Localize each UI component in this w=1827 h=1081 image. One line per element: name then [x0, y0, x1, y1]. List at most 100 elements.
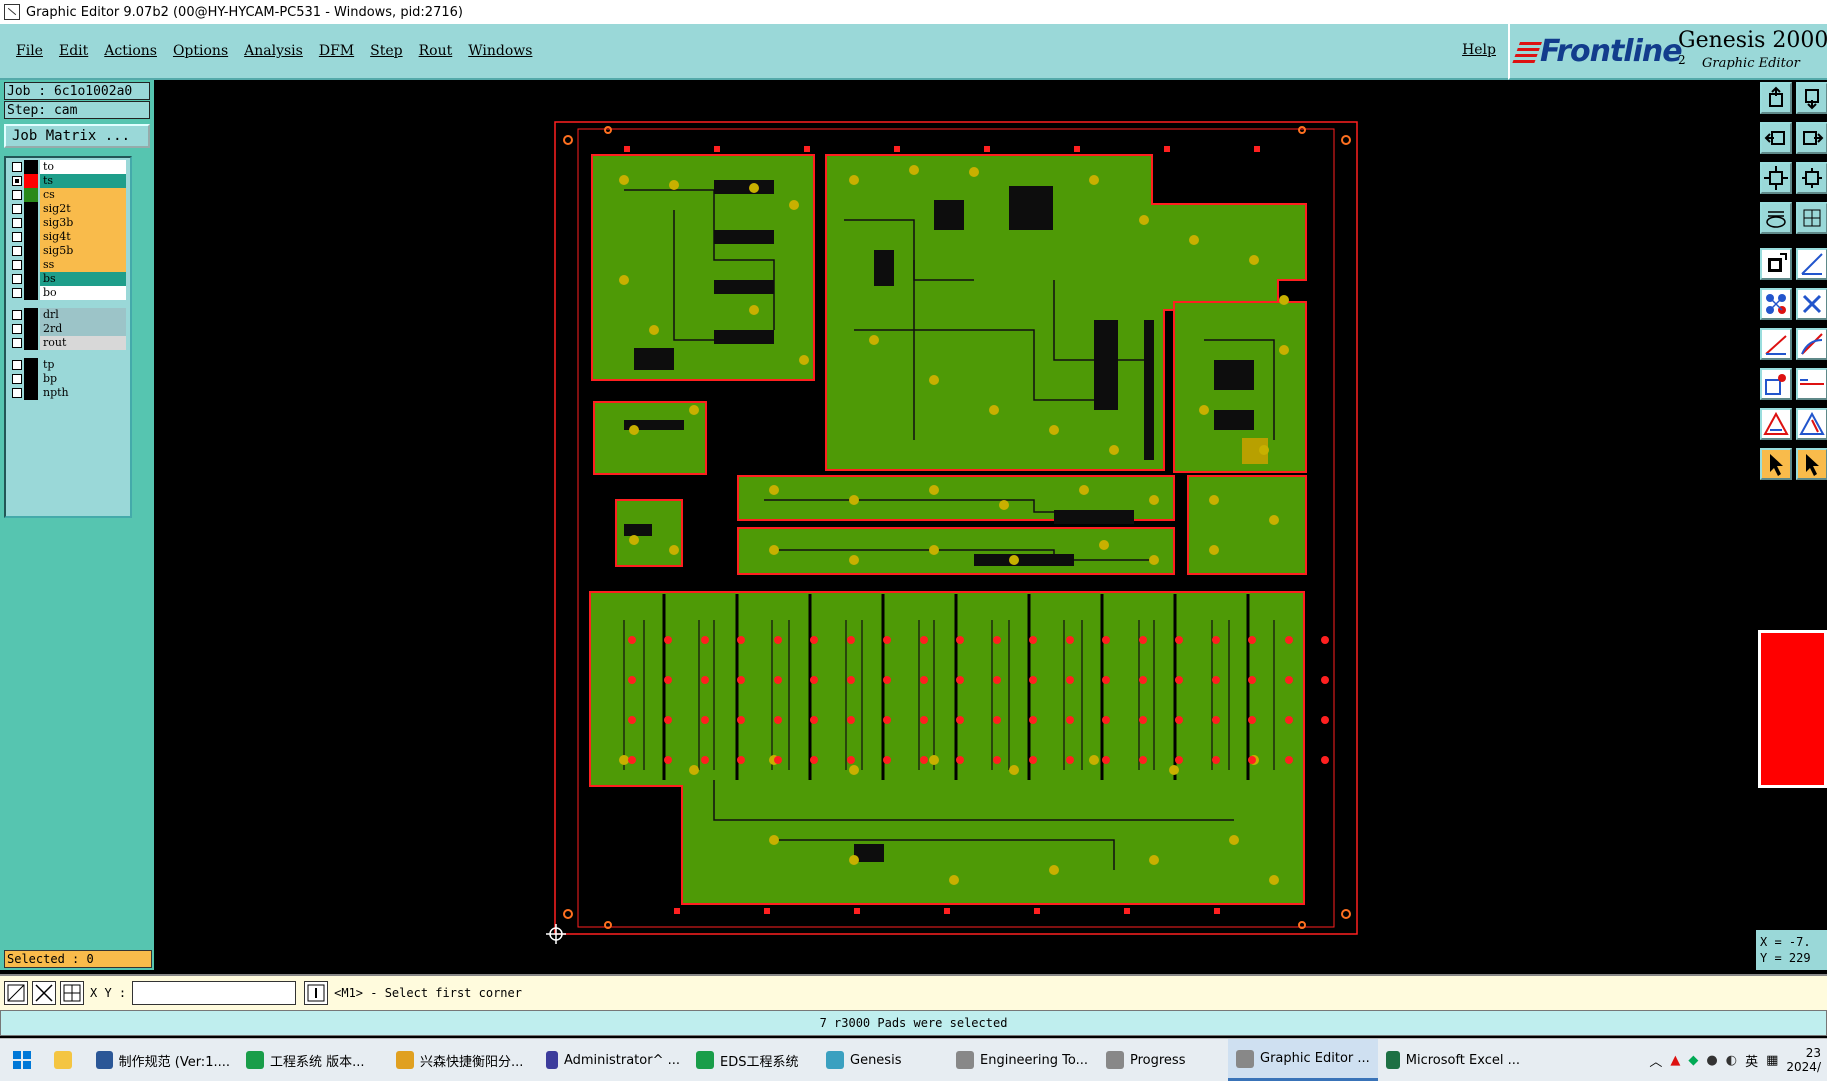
layer-checkbox[interactable] [12, 204, 22, 214]
menu-step[interactable]: Step [370, 43, 402, 59]
layer-name[interactable]: sig5b [40, 244, 126, 258]
layer-checkbox[interactable] [12, 274, 22, 284]
bluetooth-icon[interactable]: ◆ [1688, 1053, 1698, 1068]
layer-checkbox[interactable] [12, 388, 22, 398]
layer-name[interactable]: cs [40, 188, 126, 202]
tool-zoom-home-button[interactable] [1796, 162, 1827, 194]
layer-row-drl[interactable]: drl [8, 308, 126, 322]
info-button[interactable] [304, 981, 329, 1005]
tool-pan-right-button[interactable] [1796, 122, 1827, 154]
taskbar-app-5[interactable]: Genesis [818, 1039, 948, 1081]
layer-checkbox[interactable] [12, 218, 22, 228]
ime-indicator[interactable]: 英 [1745, 1051, 1758, 1070]
taskbar-app-2[interactable]: 兴森快捷衡阳分... [388, 1039, 538, 1081]
taskbar-app-0[interactable]: 制作规范 (Ver:1.... [88, 1039, 238, 1081]
snap-grid-button[interactable] [32, 981, 56, 1005]
tool-arc-button[interactable] [1796, 328, 1827, 360]
layer-checkbox[interactable] [12, 176, 22, 186]
layer-checkbox[interactable] [12, 310, 22, 320]
layer-checkbox[interactable] [12, 260, 22, 270]
taskbar-app-6[interactable]: Engineering To... [948, 1039, 1098, 1081]
taskbar-app-7[interactable]: Progress [1098, 1039, 1228, 1081]
layer-row-sig2t[interactable]: sig2t [8, 202, 126, 216]
layer-row-ts[interactable]: ts [8, 174, 126, 188]
tool-pad-button[interactable] [1760, 368, 1792, 400]
layer-name[interactable]: tp [40, 358, 126, 372]
layer-row-bo[interactable]: bo [8, 286, 126, 300]
tool-grid-button[interactable] [1796, 202, 1827, 234]
layer-row-cs[interactable]: cs [8, 188, 126, 202]
tool-stretch-button[interactable] [1796, 368, 1827, 400]
layer-name[interactable]: ts [40, 174, 126, 188]
layer-row-tp[interactable]: tp [8, 358, 126, 372]
clock[interactable]: 23 2024/ [1786, 1046, 1821, 1074]
taskbar-app-4[interactable]: EDS工程系统 [688, 1039, 818, 1081]
tool-redraw-button[interactable] [1760, 202, 1792, 234]
menu-dfm[interactable]: DFM [319, 43, 354, 59]
layer-row-ss[interactable]: ss [8, 258, 126, 272]
menu-rout[interactable]: Rout [419, 43, 453, 59]
layer-name[interactable]: sig3b [40, 216, 126, 230]
layer-name[interactable]: sig4t [40, 230, 126, 244]
layer-row-to[interactable]: to [8, 160, 126, 174]
menu-windows[interactable]: Windows [468, 43, 532, 59]
snap-mode-button[interactable] [4, 981, 28, 1005]
xy-input[interactable] [132, 981, 297, 1005]
tool-polygon-button[interactable] [1760, 408, 1792, 440]
layer-checkbox[interactable] [12, 288, 22, 298]
taskbar-app-9[interactable]: Microsoft Excel ... [1378, 1039, 1528, 1081]
tool-measure-button[interactable] [1796, 248, 1827, 280]
layer-name[interactable]: bp [40, 372, 126, 386]
layer-row-npth[interactable]: npth [8, 386, 126, 400]
taskbar-app-1[interactable]: 工程系统 版本... [238, 1039, 388, 1081]
layer-checkbox[interactable] [12, 190, 22, 200]
chevron-up-icon[interactable]: ︿ [1649, 1051, 1662, 1070]
volume-icon[interactable]: ◐ [1726, 1053, 1737, 1068]
tool-pan-up-button[interactable] [1760, 82, 1792, 114]
taskbar-app-8[interactable]: Graphic Editor ... [1228, 1039, 1378, 1081]
tool-net-button[interactable] [1760, 288, 1792, 320]
tool-pointer-alt-button[interactable] [1796, 448, 1827, 480]
network-icon[interactable]: ● [1706, 1053, 1717, 1068]
tool-surface-button[interactable] [1796, 408, 1827, 440]
layer-row-sig3b[interactable]: sig3b [8, 216, 126, 230]
tool-pan-left-button[interactable] [1760, 122, 1792, 154]
tray-app-icon[interactable]: ▲ [1670, 1053, 1680, 1068]
layer-name[interactable]: drl [40, 308, 126, 322]
job-matrix-button[interactable]: Job Matrix ... [4, 124, 150, 148]
tool-zoom-fit-button[interactable] [1760, 162, 1792, 194]
menu-help[interactable]: Help [1462, 42, 1496, 58]
layer-checkbox[interactable] [12, 232, 22, 242]
layer-name[interactable]: bs [40, 272, 126, 286]
layer-name[interactable]: bo [40, 286, 126, 300]
layer-name[interactable]: sig2t [40, 202, 126, 216]
layer-checkbox[interactable] [12, 162, 22, 172]
menu-options[interactable]: Options [173, 43, 228, 59]
tool-pan-down-button[interactable] [1796, 82, 1827, 114]
layer-row-bs[interactable]: bs [8, 272, 126, 286]
snap-center-button[interactable] [60, 981, 84, 1005]
tool-select-button[interactable] [1760, 248, 1792, 280]
layer-name[interactable]: to [40, 160, 126, 174]
layer-name[interactable]: rout [40, 336, 126, 350]
keyboard-icon[interactable]: ▦ [1766, 1053, 1778, 1068]
taskbar-app-3[interactable]: Administrator^ ... [538, 1039, 688, 1081]
layer-checkbox[interactable] [12, 324, 22, 334]
tool-pointer-button[interactable] [1760, 448, 1792, 480]
layer-name[interactable]: ss [40, 258, 126, 272]
layer-row-2rd[interactable]: 2rd [8, 322, 126, 336]
layer-row-bp[interactable]: bp [8, 372, 126, 386]
layer-checkbox[interactable] [12, 246, 22, 256]
menu-edit[interactable]: Edit [59, 43, 88, 59]
layer-row-sig5b[interactable]: sig5b [8, 244, 126, 258]
graphic-canvas[interactable] [154, 80, 1506, 972]
file-explorer-button[interactable] [44, 1039, 88, 1081]
tool-delete-button[interactable] [1796, 288, 1827, 320]
layer-checkbox[interactable] [12, 338, 22, 348]
layer-checkbox[interactable] [12, 360, 22, 370]
menu-analysis[interactable]: Analysis [244, 43, 303, 59]
layer-row-sig4t[interactable]: sig4t [8, 230, 126, 244]
layer-row-rout[interactable]: rout [8, 336, 126, 350]
layer-checkbox[interactable] [12, 374, 22, 384]
start-button[interactable] [0, 1039, 44, 1081]
